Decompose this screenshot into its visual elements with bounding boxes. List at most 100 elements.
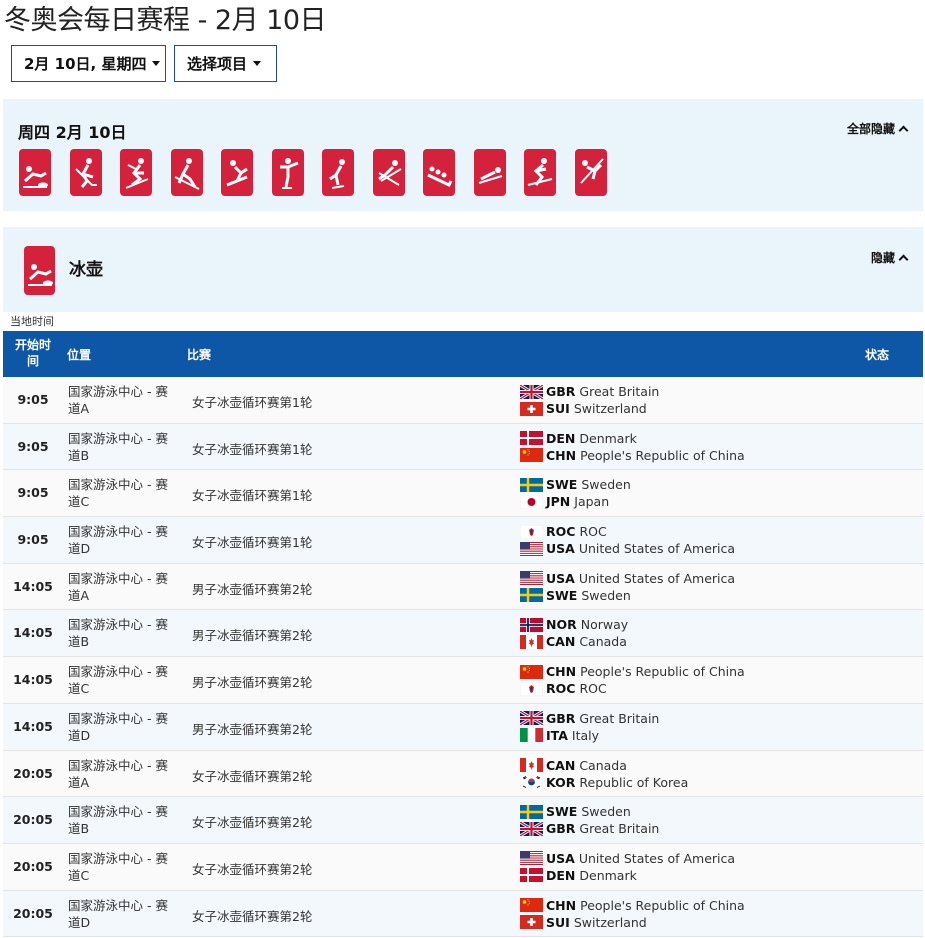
freestyle-skiing-icon[interactable] (574, 149, 607, 196)
venue: 国家游泳中心 - 赛道C (68, 664, 168, 697)
speed-skating-icon[interactable] (322, 149, 354, 196)
table-row[interactable]: 14:05 国家游泳中心 - 赛道B 男子冰壶循环赛第2轮 NOR Norway CAN C… (3, 610, 923, 658)
cross-country-icon[interactable] (170, 149, 203, 196)
team-entry: ITA Italy (520, 727, 659, 744)
flag-can-icon (520, 634, 543, 649)
teams: NOR Norway CAN Canada (520, 616, 628, 650)
teams: USA United States of America DEN Denmark (520, 850, 735, 884)
flag-gbr-icon (520, 711, 543, 726)
snowboard-icon[interactable] (221, 149, 253, 196)
flag-swe-icon (520, 477, 543, 492)
date-dropdown[interactable]: 2月 10日, 星期四 (11, 45, 166, 82)
curling-icon[interactable] (19, 149, 51, 196)
flag-sui-icon (520, 401, 543, 416)
flag-usa-icon (520, 571, 543, 586)
event-name: 男子冰壶循环赛第2轮 (192, 721, 313, 737)
start-time: 9:05 (17, 438, 49, 454)
flag-gbr-icon (520, 821, 543, 836)
hide-all-toggle[interactable]: 全部隐藏 (846, 120, 909, 137)
flag-roc-icon (520, 524, 543, 539)
teams: GBR Great Britain SUI Switzerland (520, 383, 659, 417)
event-name: 男子冰壶循环赛第2轮 (192, 628, 313, 644)
table-row[interactable]: 20:05 国家游泳中心 - 赛道C 女子冰壶循环赛第2轮 USA United Sta… (3, 843, 923, 891)
day-title: 周四 2月 10日 (18, 123, 127, 142)
team-code: GBR (546, 384, 576, 399)
team-code: CAN (546, 757, 576, 773)
team-name: Italy (571, 727, 600, 743)
luge-icon[interactable] (473, 149, 506, 196)
flag-den-icon (520, 868, 543, 883)
team-name: Sweden (581, 477, 631, 493)
team-name: Switzerland (573, 401, 647, 416)
figure-skating-icon[interactable] (271, 149, 304, 196)
bobsleigh-icon[interactable] (423, 149, 455, 196)
team-entry: DEN Denmark (520, 867, 735, 884)
team-name: Canada (579, 634, 627, 650)
event-name: 女子冰壶循环赛第2轮 (192, 908, 313, 924)
biathlon-icon[interactable] (120, 149, 152, 196)
team-name: ROC (579, 524, 607, 540)
table-row[interactable]: 9:05 国家游泳中心 - 赛道C 女子冰壶循环赛第1轮 SWE Sweden JPN Ja… (3, 470, 923, 518)
caret-down-icon (152, 61, 161, 66)
page-title: 冬奥会每日赛程 - 2月 10日 (4, 5, 327, 36)
start-time: 20:05 (13, 858, 53, 874)
flag-can-icon (520, 758, 543, 772)
table-row[interactable]: 20:05 国家游泳中心 - 赛道A 女子冰壶循环赛第2轮 CAN Canada KOR R… (3, 750, 923, 798)
team-entry: ROC ROC (520, 680, 745, 697)
team-code: SWE (546, 477, 578, 493)
team-code: SWE (546, 587, 578, 603)
event-name: 女子冰壶循环赛第1轮 (192, 535, 313, 551)
team-code: KOR (546, 774, 576, 790)
team-entry: GBR Great Britain (520, 383, 659, 400)
curling-icon (24, 246, 55, 295)
start-time: 20:05 (13, 812, 53, 828)
table-row[interactable]: 9:05 国家游泳中心 - 赛道D 女子冰壶循环赛第1轮 ROC ROC USA Unite… (3, 517, 923, 564)
start-time: 14:05 (13, 578, 53, 594)
team-entry: USA United States of America (520, 850, 735, 867)
event-name: 男子冰壶循环赛第2轮 (192, 581, 313, 597)
hide-all-label: 全部隐藏 (846, 122, 895, 136)
team-entry: USA United States of America (520, 540, 735, 557)
sport-name: 冰壶 (69, 260, 103, 280)
team-entry: CHN People's Republic of China (520, 897, 745, 914)
teams: GBR Great Britain ITA Italy (520, 710, 659, 744)
event-name: 女子冰壶循环赛第1轮 (192, 395, 313, 410)
hide-sport-toggle[interactable]: 隐藏 (871, 249, 909, 266)
schedule-table: 开始时间 位置 比赛 状态 9:05 国家游泳中心 - 赛道A 女子冰壶循环赛第1轮… (3, 331, 923, 938)
team-entry: ROC ROC (520, 523, 735, 540)
team-code: CAN (546, 634, 576, 650)
sport-panel: 冰壶 隐藏 (3, 227, 923, 312)
venue: 国家游泳中心 - 赛道A (68, 384, 168, 416)
hockey-icon[interactable] (69, 149, 102, 196)
venue: 国家游泳中心 - 赛道A (68, 757, 168, 790)
team-name: Denmark (579, 430, 637, 446)
team-entry: SWE Sweden (520, 587, 735, 604)
team-entry: SWE Sweden (520, 476, 631, 493)
team-name: People's Republic of China (580, 664, 745, 680)
teams: USA United States of America SWE Sweden (520, 570, 735, 604)
table-row[interactable]: 9:05 国家游泳中心 - 赛道A 女子冰壶循环赛第1轮 GBR Great Brita… (3, 377, 923, 424)
team-entry: KOR Republic of Korea (520, 774, 688, 791)
team-code: ROC (546, 681, 576, 697)
table-row[interactable]: 9:05 国家游泳中心 - 赛道B 女子冰壶循环赛第1轮 DEN Denmark CHN P… (3, 423, 923, 471)
ski-jumping-icon[interactable] (372, 149, 405, 196)
table-row[interactable]: 14:05 国家游泳中心 - 赛道C 男子冰壶循环赛第2轮 CHN People's R… (3, 657, 923, 704)
team-name: Norway (580, 617, 629, 633)
header-venue: 位置 (67, 348, 92, 362)
team-name: Great Britain (579, 821, 660, 837)
start-time: 14:05 (13, 625, 53, 641)
sport-dropdown[interactable]: 选择项目 (174, 45, 277, 82)
team-code: CHN (546, 664, 577, 680)
team-code: GBR (546, 710, 576, 726)
start-time: 9:05 (17, 485, 49, 501)
alpine-skiing-icon[interactable] (524, 149, 556, 196)
table-row[interactable]: 14:05 国家游泳中心 - 赛道D 男子冰壶循环赛第2轮 GBR Great Brit… (3, 703, 923, 751)
table-row[interactable]: 20:05 国家游泳中心 - 赛道D 女子冰壶循环赛第2轮 CHN People's R… (3, 890, 923, 938)
venue: 国家游泳中心 - 赛道B (68, 804, 168, 837)
table-row[interactable]: 20:05 国家游泳中心 - 赛道B 女子冰壶循环赛第2轮 SWE Sweden GBR G… (3, 797, 923, 844)
table-row[interactable]: 14:05 国家游泳中心 - 赛道A 男子冰壶循环赛第2轮 USA United Sta… (3, 563, 923, 611)
flag-kor-icon (520, 775, 543, 789)
team-name: Denmark (579, 867, 637, 883)
header-status: 状态 (865, 348, 890, 362)
event-name: 女子冰壶循环赛第2轮 (192, 861, 313, 877)
